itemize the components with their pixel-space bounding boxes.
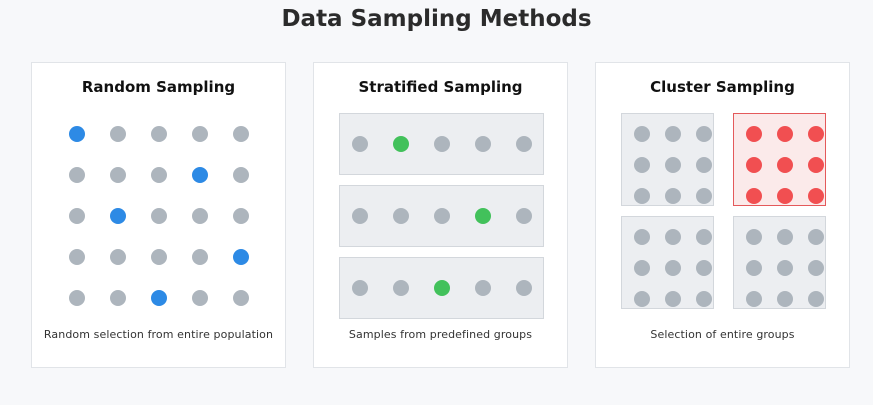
population-dot — [69, 208, 85, 224]
population-dot — [665, 126, 681, 142]
population-dot — [393, 208, 409, 224]
selected-sample-dot — [110, 208, 126, 224]
population-dot — [69, 167, 85, 183]
population-dot — [233, 208, 249, 224]
population-dot — [110, 167, 126, 183]
population-dot — [110, 126, 126, 142]
selected-sample-dot — [746, 188, 762, 204]
population-dot — [696, 229, 712, 245]
selected-sample-dot — [777, 126, 793, 142]
population-dot — [151, 126, 167, 142]
selected-sample-dot — [151, 290, 167, 306]
population-dot — [192, 249, 208, 265]
selected-sample-dot — [233, 249, 249, 265]
random-sampling-panel: Random Sampling Random selection from en… — [31, 62, 286, 368]
population-dot — [634, 291, 650, 307]
population-dot — [634, 188, 650, 204]
selected-sample-dot — [393, 136, 409, 152]
population-dot — [434, 208, 450, 224]
population-dot — [665, 188, 681, 204]
random-sampling-caption: Random selection from entire population — [43, 328, 274, 341]
population-dot — [808, 291, 824, 307]
population-dot — [475, 280, 491, 296]
page-title: Data Sampling Methods — [281, 6, 592, 32]
population-dot — [808, 260, 824, 276]
population-dot — [634, 229, 650, 245]
population-dot — [192, 290, 208, 306]
population-dot — [634, 157, 650, 173]
population-dot — [151, 167, 167, 183]
population-dot — [110, 249, 126, 265]
population-dot — [352, 208, 368, 224]
population-dot — [696, 126, 712, 142]
stratified-sampling-panel: Stratified Sampling Samples from predefi… — [313, 62, 568, 368]
population-dot — [233, 167, 249, 183]
selected-sample-dot — [777, 188, 793, 204]
population-dot — [746, 291, 762, 307]
population-dot — [69, 290, 85, 306]
population-dot — [808, 229, 824, 245]
cluster-groups — [596, 63, 851, 369]
selected-sample-dot — [434, 280, 450, 296]
population-dot — [777, 260, 793, 276]
selected-sample-dot — [777, 157, 793, 173]
population-dot — [516, 136, 532, 152]
population-dot — [696, 157, 712, 173]
population-dot — [233, 290, 249, 306]
population-dot — [634, 260, 650, 276]
selected-sample-dot — [69, 126, 85, 142]
selected-sample-dot — [808, 157, 824, 173]
population-dot — [634, 126, 650, 142]
population-dot — [746, 260, 762, 276]
population-dot — [151, 249, 167, 265]
population-dot — [393, 280, 409, 296]
stratified-groups — [314, 63, 569, 369]
random-dot-grid — [32, 63, 287, 369]
cluster-sampling-caption: Selection of entire groups — [650, 328, 795, 341]
population-dot — [777, 291, 793, 307]
population-dot — [233, 126, 249, 142]
cluster-sampling-panel: Cluster Sampling Selection of entire gro… — [595, 62, 850, 368]
selected-sample-dot — [192, 167, 208, 183]
population-dot — [696, 291, 712, 307]
population-dot — [192, 208, 208, 224]
population-dot — [696, 188, 712, 204]
population-dot — [516, 208, 532, 224]
population-dot — [110, 290, 126, 306]
selected-sample-dot — [808, 126, 824, 142]
population-dot — [151, 208, 167, 224]
population-dot — [777, 229, 793, 245]
population-dot — [665, 291, 681, 307]
population-dot — [696, 260, 712, 276]
population-dot — [69, 249, 85, 265]
stratified-sampling-caption: Samples from predefined groups — [348, 328, 533, 341]
population-dot — [665, 157, 681, 173]
population-dot — [475, 136, 491, 152]
population-dot — [665, 260, 681, 276]
selected-sample-dot — [808, 188, 824, 204]
selected-sample-dot — [746, 157, 762, 173]
population-dot — [516, 280, 532, 296]
population-dot — [434, 136, 450, 152]
selected-sample-dot — [475, 208, 491, 224]
population-dot — [352, 136, 368, 152]
population-dot — [352, 280, 368, 296]
population-dot — [665, 229, 681, 245]
population-dot — [746, 229, 762, 245]
selected-sample-dot — [746, 126, 762, 142]
population-dot — [192, 126, 208, 142]
